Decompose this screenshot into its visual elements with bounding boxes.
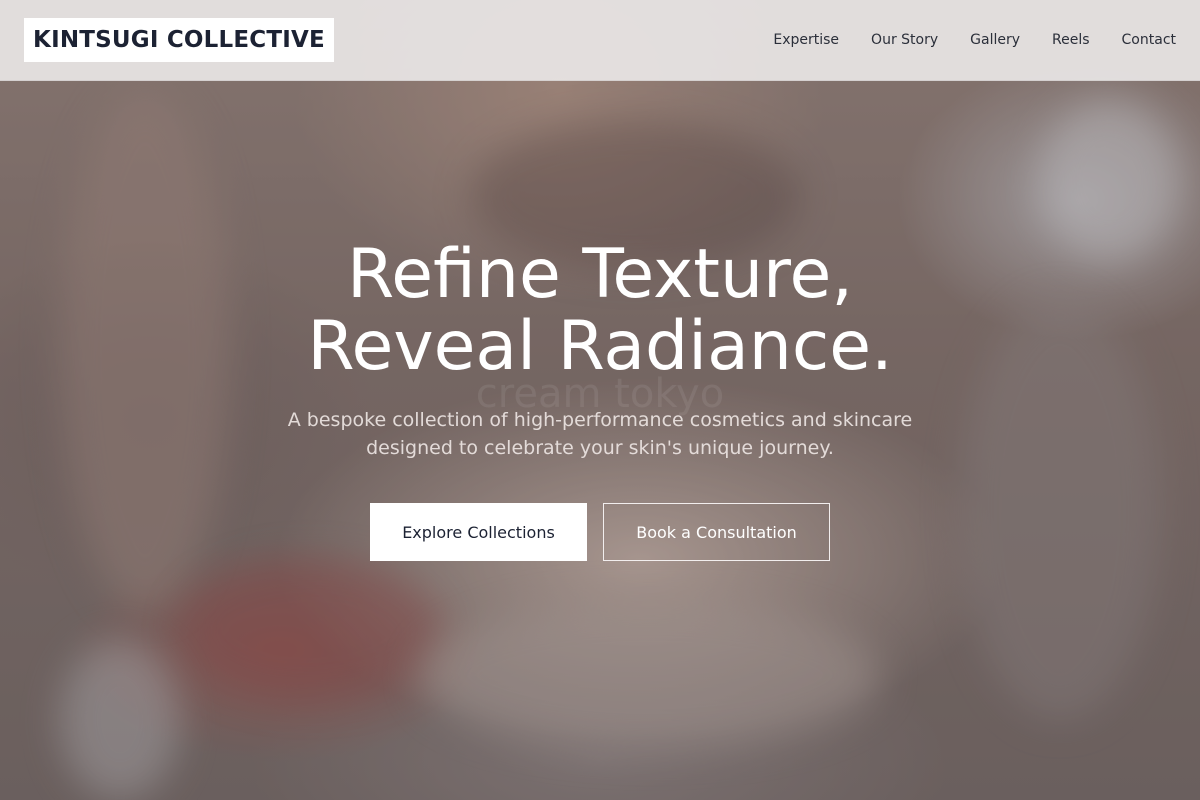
hero-title-line-2: Reveal Radiance.	[307, 307, 893, 386]
nav-link-gallery[interactable]: Gallery	[970, 32, 1020, 48]
main-nav: Expertise Our Story Gallery Reels Contac…	[773, 32, 1176, 48]
nav-link-expertise[interactable]: Expertise	[773, 32, 839, 48]
hero-title: Refine Texture, Reveal Radiance.	[0, 239, 1200, 383]
nav-link-our-story[interactable]: Our Story	[871, 32, 938, 48]
nav-link-contact[interactable]: Contact	[1122, 32, 1176, 48]
hero-section: cream tokyo Refine Texture, Reveal Radia…	[0, 81, 1200, 800]
hero-title-line-1: Refine Texture,	[347, 235, 853, 314]
site-header: KINTSUGI COLLECTIVE Expertise Our Story …	[0, 0, 1200, 81]
nav-link-reels[interactable]: Reels	[1052, 32, 1090, 48]
book-consultation-button[interactable]: Book a Consultation	[603, 503, 830, 561]
explore-collections-button[interactable]: Explore Collections	[370, 503, 587, 561]
brand-logo[interactable]: KINTSUGI COLLECTIVE	[24, 18, 334, 62]
hero-cta-group: Explore Collections Book a Consultation	[370, 503, 830, 561]
hero-subtitle: A bespoke collection of high-performance…	[287, 409, 913, 459]
